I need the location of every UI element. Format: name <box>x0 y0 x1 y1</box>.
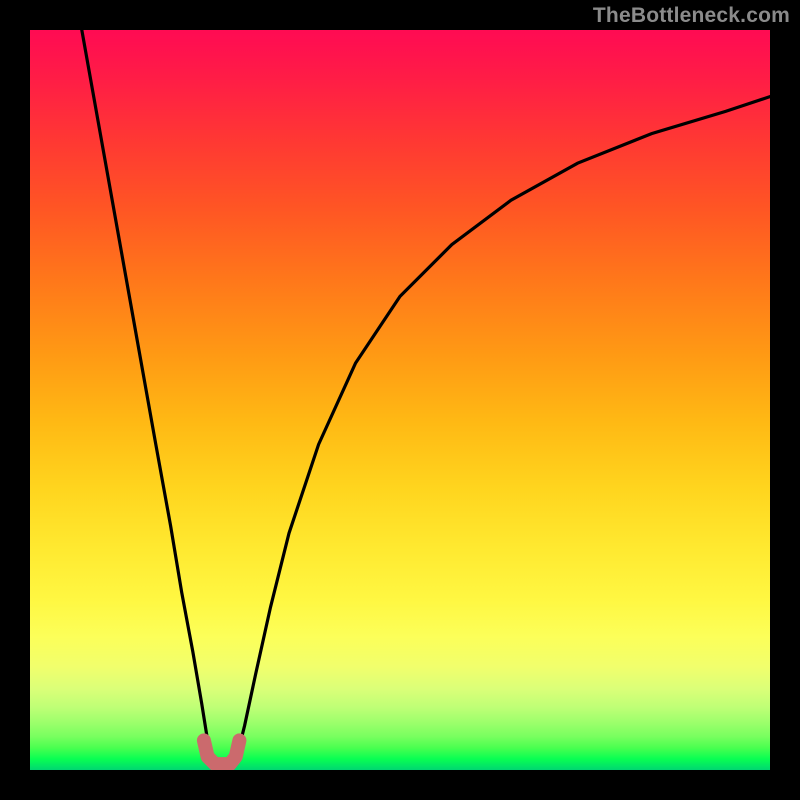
watermark-text: TheBottleneck.com <box>593 4 790 28</box>
right-curve <box>237 97 770 756</box>
bottom-bump <box>204 740 240 764</box>
curves-layer <box>30 30 770 770</box>
left-curve <box>82 30 212 755</box>
plot-area <box>30 30 770 770</box>
chart-container: TheBottleneck.com <box>0 0 800 800</box>
